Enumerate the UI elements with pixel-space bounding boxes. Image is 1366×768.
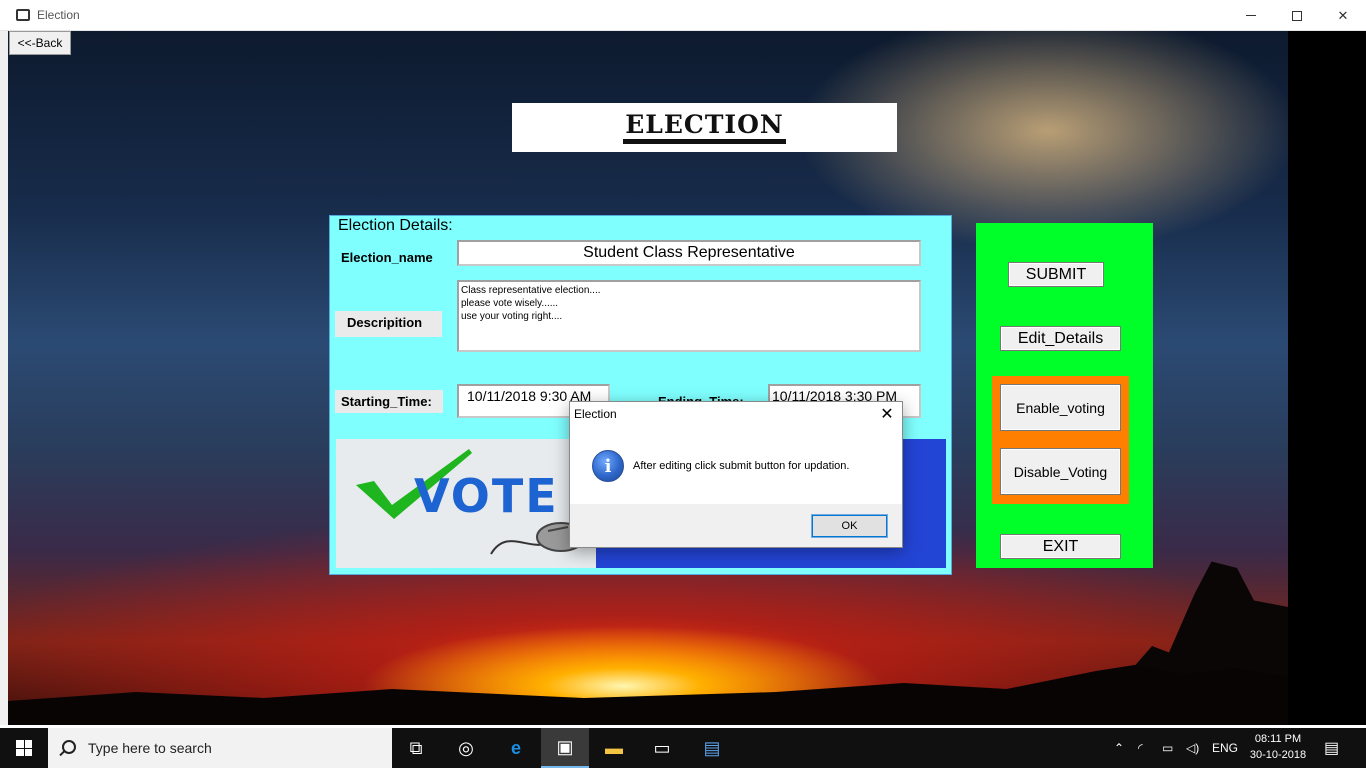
dialog-footer: OK [570,504,902,547]
ok-button[interactable]: OK [811,514,888,538]
edit-details-button[interactable]: Edit_Details [1000,326,1121,351]
starting-time-label: Starting_Time: [335,390,443,413]
close-icon: ✕ [1337,7,1349,23]
election-app-taskbar-icon[interactable]: ▣ [541,728,589,768]
message-dialog: Election ✕ i After editing click submit … [569,401,903,548]
info-icon: i [592,450,624,482]
window-right-area [1288,31,1366,725]
clock[interactable]: 08:11 PM 30-10-2018 [1240,731,1316,763]
window-left-edge [0,31,8,725]
ground-silhouette [8,665,1288,725]
app-window-icon[interactable]: ▤ [688,728,736,768]
disable-voting-button[interactable]: Disable_Voting [1000,448,1121,495]
show-hidden-icons-icon[interactable]: ⌃ [1114,728,1124,768]
close-window-button[interactable]: ✕ [1320,0,1366,31]
edge-browser-icon[interactable]: e [492,728,540,768]
cortana-icon[interactable]: ◎ [442,728,490,768]
volume-icon[interactable]: ◁) [1186,728,1199,768]
details-heading: Election Details: [338,217,469,234]
minimize-icon [1246,15,1256,16]
control-panel: SUBMIT Edit_Details Enable_voting Disabl… [976,223,1153,568]
description-field[interactable]: Class representative election.... please… [457,280,921,352]
task-view-icon[interactable]: ⧉ [392,728,440,768]
dialog-close-button[interactable]: ✕ [872,402,902,426]
page-title-text: ELECTION [623,111,786,144]
search-icon [62,740,76,754]
exit-button[interactable]: EXIT [1000,534,1121,559]
file-explorer-icon[interactable]: ▬ [590,728,638,768]
search-placeholder: Type here to search [88,740,212,756]
language-indicator[interactable]: ENG [1212,728,1238,768]
taskbar: Type here to search ⧉ ◎ e ▣ ▬ ▭ ▤ ⌃ ◜ ▭ … [0,728,1366,768]
dialog-message: After editing click submit button for up… [633,460,850,472]
clock-time: 08:11 PM [1254,733,1302,745]
election-name-field[interactable]: Student Class Representative [457,240,921,266]
maximize-button[interactable] [1274,0,1320,31]
close-icon: ✕ [880,406,894,423]
app-icon [16,9,30,21]
description-label: Descripition [335,311,442,337]
command-prompt-icon[interactable]: ▭ [638,728,686,768]
network-icon[interactable]: ◜ [1138,728,1143,768]
page-title: ELECTION [512,103,897,152]
dialog-title: Election [574,407,617,421]
window-titlebar: Election ✕ [0,0,1366,31]
mountain-silhouette [1118,561,1288,685]
clock-date: 30-10-2018 [1249,749,1307,761]
battery-icon[interactable]: ▭ [1162,728,1173,768]
notifications-icon[interactable]: ▤ [1324,728,1339,768]
minimize-button[interactable] [1228,0,1274,31]
enable-voting-button[interactable]: Enable_voting [1000,384,1121,431]
back-button[interactable]: <<-Back [9,31,71,55]
taskbar-search[interactable]: Type here to search [48,728,392,768]
election-name-label: Election_name [341,250,433,265]
submit-button[interactable]: SUBMIT [1008,262,1104,287]
window-title: Election [37,8,80,22]
windows-logo-icon [16,740,32,756]
voting-toggle-group: Enable_voting Disable_Voting [992,376,1129,504]
maximize-icon [1292,10,1302,21]
start-button[interactable] [0,728,48,768]
